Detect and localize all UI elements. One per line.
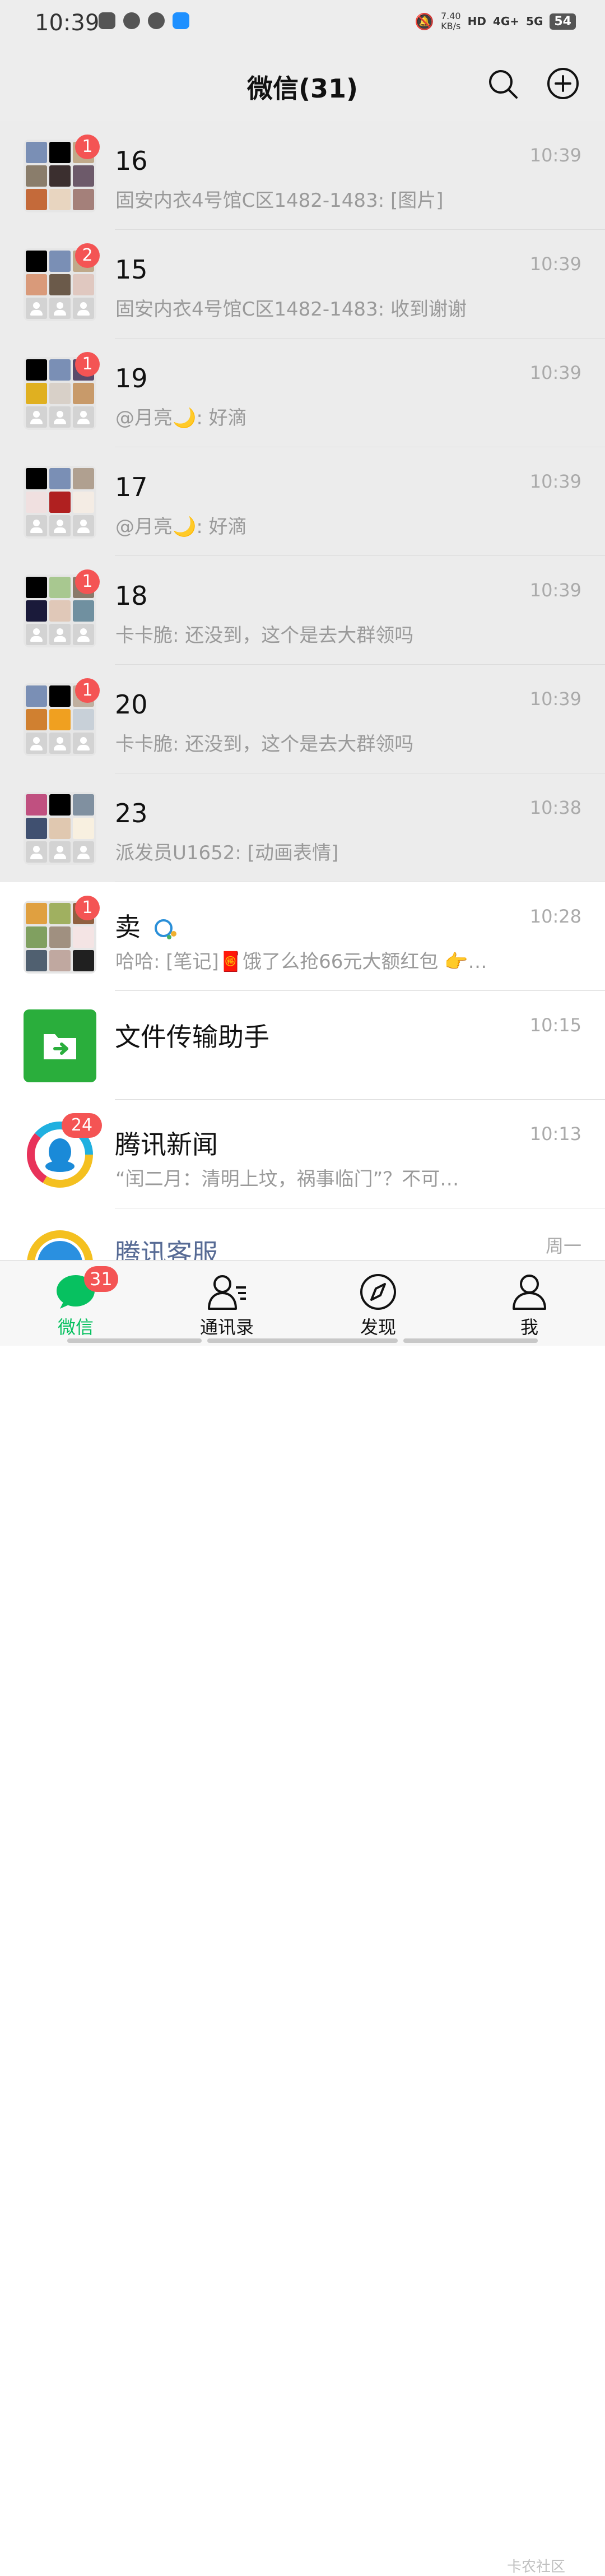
unread-badge: 1 <box>75 678 100 703</box>
chat-preview: 哈哈: [笔记]🧧饿了么抢66元大额红包 👉… <box>115 951 487 973</box>
unread-badge: 1 <box>75 352 100 377</box>
chat-time: 10:13 <box>529 1123 581 1145</box>
group-avatar <box>24 792 96 865</box>
tab-label: 微信 <box>57 1317 94 1338</box>
watermark: 卡农社区 <box>507 2559 566 2575</box>
chat-name: 卖 <box>115 907 180 944</box>
chat-time: 10:28 <box>529 906 581 927</box>
group-avatar <box>24 466 96 539</box>
chat-name: 腾讯客服 <box>115 1238 218 1260</box>
chat-row[interactable]: 1 卖 哈哈: [笔记]🧧饿了么抢66元大额红包 👉… 10:28 <box>0 882 605 991</box>
chat-list[interactable]: 1 16 固安内衣4号馆C区1482-1483: [图片] 10:39 2 15… <box>0 121 605 1260</box>
chat-preview: 固安内衣4号馆C区1482-1483: 收到谢谢 <box>115 298 467 321</box>
gesture-bar <box>207 1338 398 1343</box>
bottom-tab-bar: 31 微信 通讯录 发现 我 卡农社区 <box>0 1260 605 2575</box>
chat-row[interactable]: 1 16 固安内衣4号馆C区1482-1483: [图片] 10:39 <box>0 121 605 230</box>
chat-time: 周一 <box>545 1235 581 1257</box>
chat-preview: 卡卡脆: 还没到，这个是去大群领吗 <box>115 624 414 647</box>
chat-time: 10:15 <box>529 1014 581 1036</box>
signal-5g-icon: 5G <box>526 15 543 28</box>
chat-row[interactable]: 24 腾讯新闻 “闰二月：清明上坟，祸事临门”？不可… 10:13 <box>0 1100 605 1208</box>
browser-notification-icon <box>173 12 189 29</box>
chat-preview: 卡卡脆: 还没到，这个是去大群领吗 <box>115 733 414 756</box>
chat-row[interactable]: 文件传输助手 10:15 <box>0 991 605 1100</box>
chat-preview: @月亮🌙: 好滴 <box>115 516 247 538</box>
tencent-service-logo-icon <box>27 1230 93 1260</box>
tab-contacts[interactable]: 通讯录 <box>151 1261 302 1346</box>
unread-badge: 2 <box>75 243 100 268</box>
chat-name: 15 <box>115 254 148 285</box>
wechat-search-icon <box>154 919 176 939</box>
unread-badge: 1 <box>75 569 100 594</box>
signal-4g-icon: 4G+ <box>492 15 520 28</box>
app-notification-icon <box>99 12 115 29</box>
search-icon[interactable] <box>486 67 520 101</box>
chat-row[interactable]: 1 20 卡卡脆: 还没到，这个是去大群领吗 10:39 <box>0 665 605 773</box>
chat-row[interactable]: 23 派发员U1652: [动画表情] 10:38 <box>0 773 605 882</box>
unread-badge: 1 <box>75 896 100 920</box>
chat-preview: @月亮🌙: 好滴 <box>115 407 247 429</box>
chat-name: 18 <box>115 581 148 611</box>
chat-preview: “闰二月：清明上坟，祸事临门”？不可… <box>115 1168 459 1190</box>
chat-name: 20 <box>115 689 148 720</box>
person-icon <box>513 1275 546 1310</box>
tab-label: 我 <box>520 1317 538 1338</box>
compass-icon <box>360 1274 396 1310</box>
chat-row[interactable]: 1 19 @月亮🌙: 好滴 10:39 <box>0 339 605 447</box>
file-transfer-avatar <box>24 1009 96 1082</box>
chat-name: 19 <box>115 363 148 393</box>
tab-me[interactable]: 我 <box>454 1261 605 1346</box>
status-time: 10:39 <box>35 10 100 36</box>
chat-time: 10:39 <box>529 471 581 492</box>
gesture-bar <box>403 1338 538 1343</box>
header: 微信(31) <box>0 46 605 122</box>
compass-notification-icon <box>123 12 140 29</box>
network-speed: 7.40 KB/s <box>440 11 461 31</box>
hd-indicator: HD <box>467 15 486 28</box>
tab-chats[interactable]: 31 微信 <box>0 1261 151 1346</box>
chat-time: 10:39 <box>529 688 581 710</box>
chat-notification-icon <box>148 12 165 29</box>
chat-time: 10:38 <box>529 797 581 818</box>
chat-preview: 派发员U1652: [动画表情] <box>115 842 339 864</box>
chat-row[interactable]: 1 18 卡卡脆: 还没到，这个是去大群领吗 10:39 <box>0 556 605 665</box>
chat-name: 腾讯新闻 <box>115 1129 218 1160</box>
chat-time: 10:39 <box>529 362 581 383</box>
chat-time: 10:39 <box>529 253 581 275</box>
chat-name: 文件传输助手 <box>115 1022 269 1052</box>
add-circle-icon[interactable] <box>546 66 580 101</box>
unread-badge: 24 <box>62 1113 102 1138</box>
system-status-icons: 🔕 7.40 KB/s HD 4G+ 5G 54 <box>415 11 576 31</box>
notification-icons <box>99 12 189 29</box>
folder-arrow-icon <box>44 1034 76 1059</box>
chat-row[interactable]: 腾讯客服 周一 <box>0 1208 605 1260</box>
bell-muted-icon: 🔕 <box>415 12 434 31</box>
chat-name: 16 <box>115 146 148 176</box>
tab-discover[interactable]: 发现 <box>302 1261 454 1346</box>
chat-row[interactable]: 2 15 固安内衣4号馆C区1482-1483: 收到谢谢 10:39 <box>0 230 605 339</box>
unread-badge: 1 <box>75 135 100 159</box>
chat-row[interactable]: 17 @月亮🌙: 好滴 10:39 <box>0 447 605 556</box>
chat-time: 10:39 <box>529 145 581 166</box>
chat-time: 10:39 <box>529 580 581 601</box>
gesture-bar <box>67 1338 202 1343</box>
status-bar: 10:39 🔕 7.40 KB/s HD 4G+ 5G 54 <box>0 0 605 46</box>
tab-label: 通讯录 <box>199 1317 254 1338</box>
tab-unread-badge: 31 <box>84 1266 118 1292</box>
chat-name: 17 <box>115 472 148 502</box>
contacts-icon <box>208 1275 246 1310</box>
tencent-service-avatar <box>24 1227 96 1260</box>
chat-preview: 固安内衣4号馆C区1482-1483: [图片] <box>115 189 444 212</box>
tab-label: 发现 <box>360 1317 396 1338</box>
chat-name: 23 <box>115 798 148 828</box>
battery-icon: 54 <box>550 13 576 30</box>
